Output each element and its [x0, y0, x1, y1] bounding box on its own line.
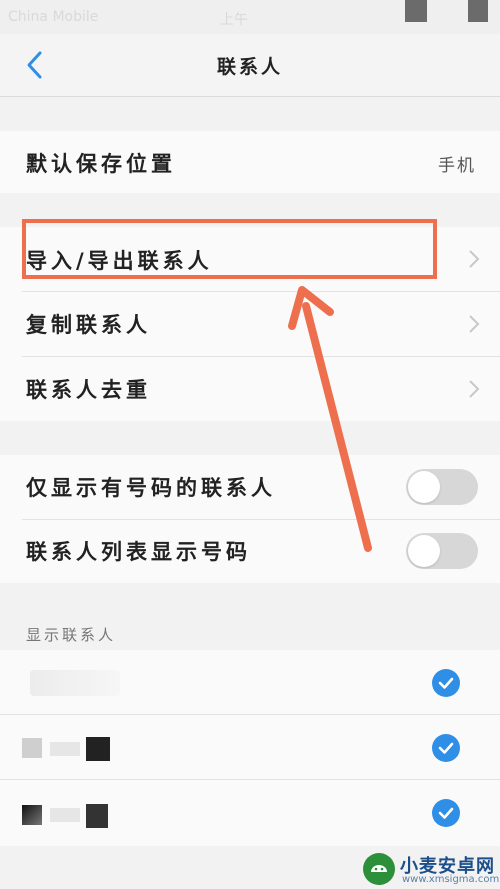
- arrow-annotation: [288, 286, 372, 552]
- watermark-url: www.xmsigma.com: [402, 874, 500, 885]
- android-logo-icon: [363, 853, 395, 885]
- watermark: 小麦安卓网 www.xmsigma.com: [360, 850, 500, 889]
